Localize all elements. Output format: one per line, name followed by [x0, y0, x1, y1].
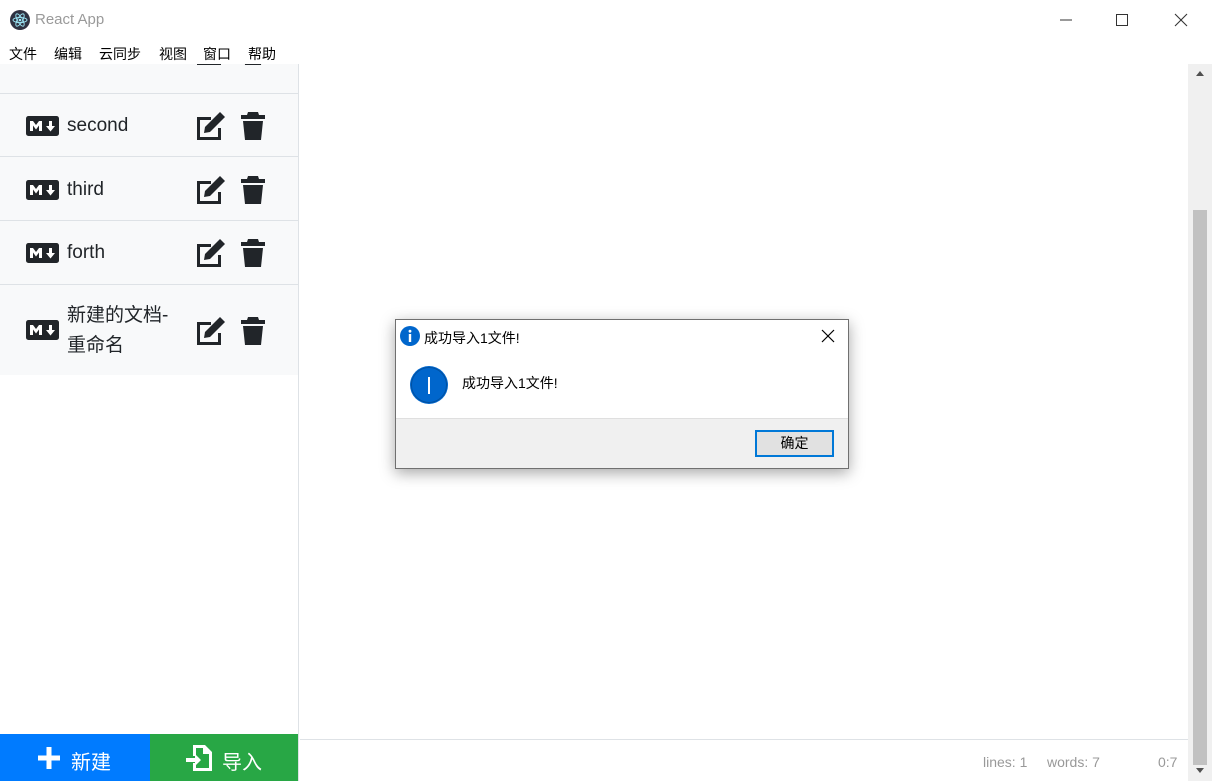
- message-dialog: 成功导入1文件! 成功导入1文件! 确定: [395, 319, 849, 469]
- menu-help[interactable]: 帮助: [248, 44, 276, 64]
- scroll-up-icon[interactable]: [1195, 70, 1205, 78]
- edit-icon[interactable]: [194, 238, 228, 268]
- markdown-icon: [26, 320, 59, 340]
- menu-edit[interactable]: 编辑: [54, 44, 82, 64]
- markdown-icon: [26, 180, 59, 200]
- window-title: React App: [35, 11, 105, 28]
- maximize-icon: [1116, 14, 1128, 26]
- file-item-second[interactable]: second: [0, 94, 298, 157]
- trash-icon[interactable]: [240, 175, 266, 205]
- dialog-footer: 确定: [396, 418, 848, 468]
- menu-view[interactable]: 视图: [159, 44, 187, 64]
- scroll-thumb[interactable]: [1193, 210, 1207, 765]
- markdown-icon: [26, 116, 59, 136]
- info-icon: [410, 366, 448, 404]
- trash-icon[interactable]: [240, 238, 266, 268]
- app-window: React App second third forth 新建的文档- 重命名 …: [0, 0, 1212, 781]
- file-item-third[interactable]: third: [0, 157, 298, 221]
- sidebar: sixth second: [0, 40, 299, 781]
- plus-icon: [38, 747, 60, 769]
- editor-scrollbar[interactable]: [1188, 64, 1212, 781]
- dialog-close-button[interactable]: [816, 324, 840, 348]
- status-bar: lines: 1 words: 7 0:7: [300, 739, 1188, 781]
- menu-window[interactable]: 窗口: [203, 44, 231, 64]
- dialog-message: 成功导入1文件!: [462, 375, 558, 391]
- file-item-renamed-doc[interactable]: 新建的文档- 重命名: [0, 285, 298, 375]
- new-file-label: 新建: [71, 752, 111, 774]
- menu-cloud-sync[interactable]: 云同步: [99, 44, 141, 64]
- file-item-forth[interactable]: forth: [0, 221, 298, 285]
- electron-icon: [10, 10, 30, 30]
- ok-button[interactable]: 确定: [755, 430, 834, 457]
- trash-icon[interactable]: [240, 111, 266, 141]
- file-name: third: [67, 179, 104, 200]
- edit-icon[interactable]: [194, 316, 228, 346]
- edit-icon[interactable]: [194, 111, 228, 141]
- info-icon: [400, 326, 420, 346]
- trash-icon[interactable]: [240, 316, 266, 346]
- file-name-line2: 重命名: [67, 335, 125, 356]
- menu-bar: 文件 编辑 云同步 视图 窗口 帮助: [0, 40, 300, 64]
- minimize-button[interactable]: [1037, 0, 1095, 40]
- status-words: words: 7: [1047, 754, 1100, 770]
- import-button[interactable]: 导入: [150, 734, 298, 781]
- close-icon: [821, 329, 835, 343]
- edit-icon[interactable]: [194, 175, 228, 205]
- title-bar: React App: [0, 0, 1212, 40]
- markdown-icon: [26, 243, 59, 263]
- new-file-button[interactable]: 新建: [0, 734, 150, 781]
- status-lines: lines: 1: [983, 754, 1028, 770]
- import-label: 导入: [222, 752, 262, 774]
- scroll-down-icon[interactable]: [1195, 766, 1205, 774]
- close-icon: [1174, 13, 1188, 27]
- maximize-button[interactable]: [1093, 0, 1151, 40]
- menu-file[interactable]: 文件: [9, 44, 37, 64]
- status-cursor: 0:7: [1158, 754, 1178, 770]
- file-name-line1: 新建的文档-: [67, 305, 169, 326]
- file-name: second: [67, 115, 129, 136]
- file-import-icon: [186, 745, 212, 771]
- close-window-button[interactable]: [1152, 0, 1210, 40]
- minimize-icon: [1060, 19, 1072, 21]
- dialog-title: 成功导入1文件!: [424, 330, 520, 346]
- file-name: forth: [67, 242, 106, 263]
